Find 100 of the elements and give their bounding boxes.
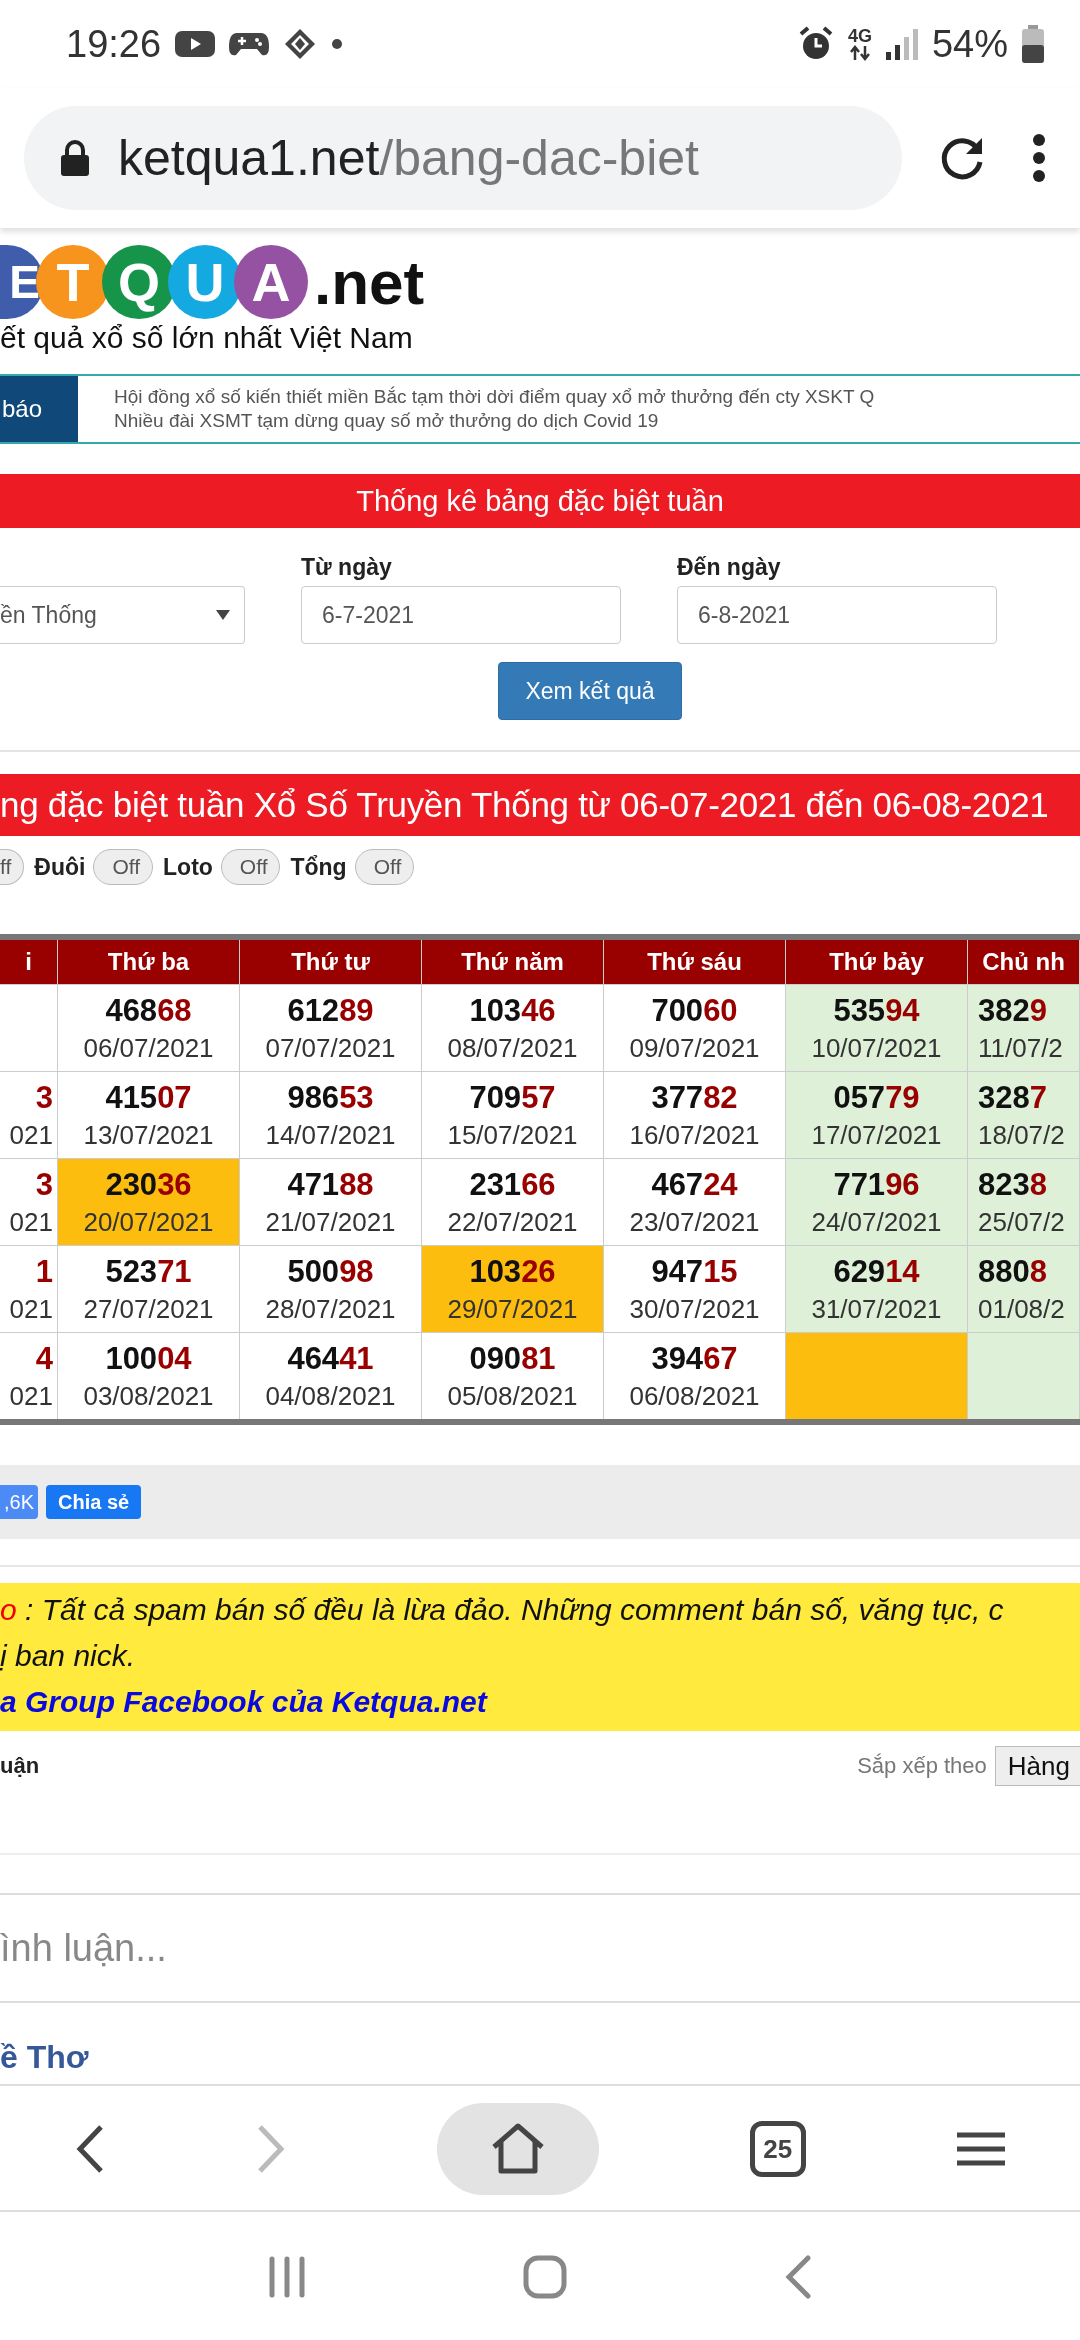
result-date: 31/07/2021 — [811, 1293, 942, 1325]
warning-label: o — [0, 1593, 17, 1626]
result-number: 53594 — [833, 992, 920, 1029]
result-date: 01/08/2 — [978, 1293, 1065, 1325]
result-number: 46868 — [105, 992, 192, 1029]
system-home-button[interactable] — [523, 2255, 567, 2299]
result-number: 37782 — [651, 1079, 738, 1116]
result-number: 4 — [35, 1340, 53, 1377]
share-button[interactable]: Chia sẻ — [46, 1485, 142, 1519]
toggle-switch[interactable]: Off — [354, 849, 415, 885]
back-button[interactable] — [75, 2124, 106, 2174]
field-label: Từ ngày — [301, 553, 393, 582]
result-date: 20/07/2021 — [83, 1206, 214, 1238]
lock-icon — [60, 140, 90, 176]
network-type: 4G — [847, 27, 872, 45]
toggle-switch[interactable]: Off — [220, 849, 281, 885]
result-number: 61289 — [287, 992, 374, 1029]
status-time: 19:26 — [66, 22, 162, 66]
address-bar[interactable]: ketqua1.net/bang-dac-biet — [24, 106, 902, 210]
result-date: 06/07/2021 — [83, 1032, 214, 1064]
notice-link[interactable]: Hội đồng xổ số kiến thiết miền Bắc tạm thời dời điểm quay xổ mở thưởng đến cty XSKT Q — [114, 386, 875, 408]
result-number: 10004 — [105, 1340, 192, 1377]
tabs-button[interactable]: 25 — [749, 2121, 806, 2177]
field-label: Đến ngày — [677, 553, 782, 582]
result-date: 21/07/2021 — [265, 1206, 396, 1238]
result-number: 3287 — [978, 1079, 1047, 1116]
home-icon — [491, 2123, 545, 2175]
dot-icon — [331, 38, 344, 50]
from-date-field[interactable]: 6-7-2021 — [301, 586, 621, 644]
result-date: 021 — [9, 1119, 53, 1151]
back-icon — [75, 2124, 106, 2174]
video-app-icon — [175, 29, 216, 59]
toggle-label: Loto — [163, 853, 213, 881]
result-number: 62914 — [833, 1253, 920, 1290]
toggle-switch[interactable]: ff — [0, 849, 25, 885]
warning-text: : Tất cả spam bán số đều là lừa đảo. Những comment bán số, văng tục, c — [25, 1593, 1004, 1626]
toggle-label: Tổng — [290, 853, 347, 881]
comments-title: uận — [0, 1753, 41, 1779]
result-number: 8808 — [978, 1253, 1047, 1290]
result-number: 52371 — [105, 1253, 192, 1290]
back-chevron-icon — [783, 2255, 812, 2299]
sort-select[interactable]: Hàng — [994, 1746, 1080, 1786]
result-date: 03/08/2021 — [83, 1380, 214, 1412]
result-title: ng đặc biệt tuần Xổ Số Truyền Thống từ 06-07-2021 đến 06-08-2021 — [0, 774, 1080, 836]
result-date: 30/07/2021 — [629, 1293, 760, 1325]
result-date: 11/07/2 — [978, 1032, 1063, 1064]
recent-apps-button[interactable] — [268, 2256, 307, 2298]
menu-icon — [956, 2131, 1005, 2167]
result-date: 27/07/2021 — [83, 1293, 214, 1325]
result-date: 07/07/2021 — [265, 1032, 396, 1064]
comment-author[interactable]: ề Thơ — [0, 2039, 1080, 2079]
result-number: 1 — [35, 1253, 53, 1290]
submit-button[interactable]: Xem kết quả — [498, 662, 682, 720]
result-number: 41507 — [105, 1079, 192, 1116]
more-icon — [1032, 132, 1046, 184]
home-square-icon — [523, 2255, 567, 2299]
result-date: 05/08/2021 — [447, 1380, 578, 1412]
result-number: 46441 — [287, 1340, 374, 1377]
result-number: 3 — [35, 1166, 53, 1203]
system-back-button[interactable] — [783, 2255, 812, 2299]
column-header: Chủ nh — [968, 940, 1080, 984]
column-header: Thứ bảy — [786, 940, 968, 984]
signal-icon — [885, 28, 918, 60]
result-number: 77196 — [833, 1166, 920, 1203]
forward-icon — [256, 2124, 287, 2174]
result-number: 46724 — [651, 1166, 738, 1203]
data-arrows-icon — [847, 45, 872, 61]
result-number: 23166 — [469, 1166, 556, 1203]
site-logo[interactable]: E T Q U A .net — [0, 245, 1080, 319]
notice-link[interactable]: Nhiều đài XSMT tạm dừng quay số mở thưởng do dịch Covid 19 — [114, 410, 875, 432]
result-date: 16/07/2021 — [629, 1119, 760, 1151]
alarm-icon — [797, 26, 834, 62]
sort-label: Sắp xếp theo — [857, 1753, 987, 1779]
result-date: 18/07/2 — [978, 1119, 1065, 1151]
result-number: 98653 — [287, 1079, 374, 1116]
result-number: 39467 — [651, 1340, 738, 1377]
result-date: 04/08/2021 — [265, 1380, 396, 1412]
lottery-select[interactable]: ền Thống — [0, 586, 245, 644]
notice-tag: báo — [0, 376, 78, 442]
result-date: 13/07/2021 — [83, 1119, 214, 1151]
warning-text: ị ban nick. — [0, 1639, 136, 1672]
facebook-group-link[interactable]: a Group Facebook của Ketqua.net — [0, 1685, 487, 1718]
result-number: 70060 — [651, 992, 738, 1029]
result-date: 15/07/2021 — [447, 1119, 578, 1151]
result-number: 23036 — [105, 1166, 192, 1203]
result-date: 021 — [9, 1380, 53, 1412]
menu-button[interactable] — [956, 2131, 1005, 2167]
site-tagline: ết quả xổ số lớn nhất Việt Nam — [0, 321, 414, 355]
result-date: 10/07/2021 — [811, 1032, 942, 1064]
result-date: 24/07/2021 — [811, 1206, 942, 1238]
result-date: 25/07/2 — [978, 1206, 1065, 1238]
diamond-app-icon — [283, 27, 318, 61]
result-number: 10346 — [469, 992, 556, 1029]
result-number: 94715 — [651, 1253, 738, 1290]
recent-apps-icon — [268, 2256, 307, 2298]
toggle-switch[interactable]: Off — [93, 849, 154, 885]
result-number: 09081 — [469, 1340, 556, 1377]
result-date: 23/07/2021 — [629, 1206, 760, 1238]
dropdown-caret-icon — [216, 609, 230, 621]
to-date-field[interactable]: 6-8-2021 — [677, 586, 997, 644]
